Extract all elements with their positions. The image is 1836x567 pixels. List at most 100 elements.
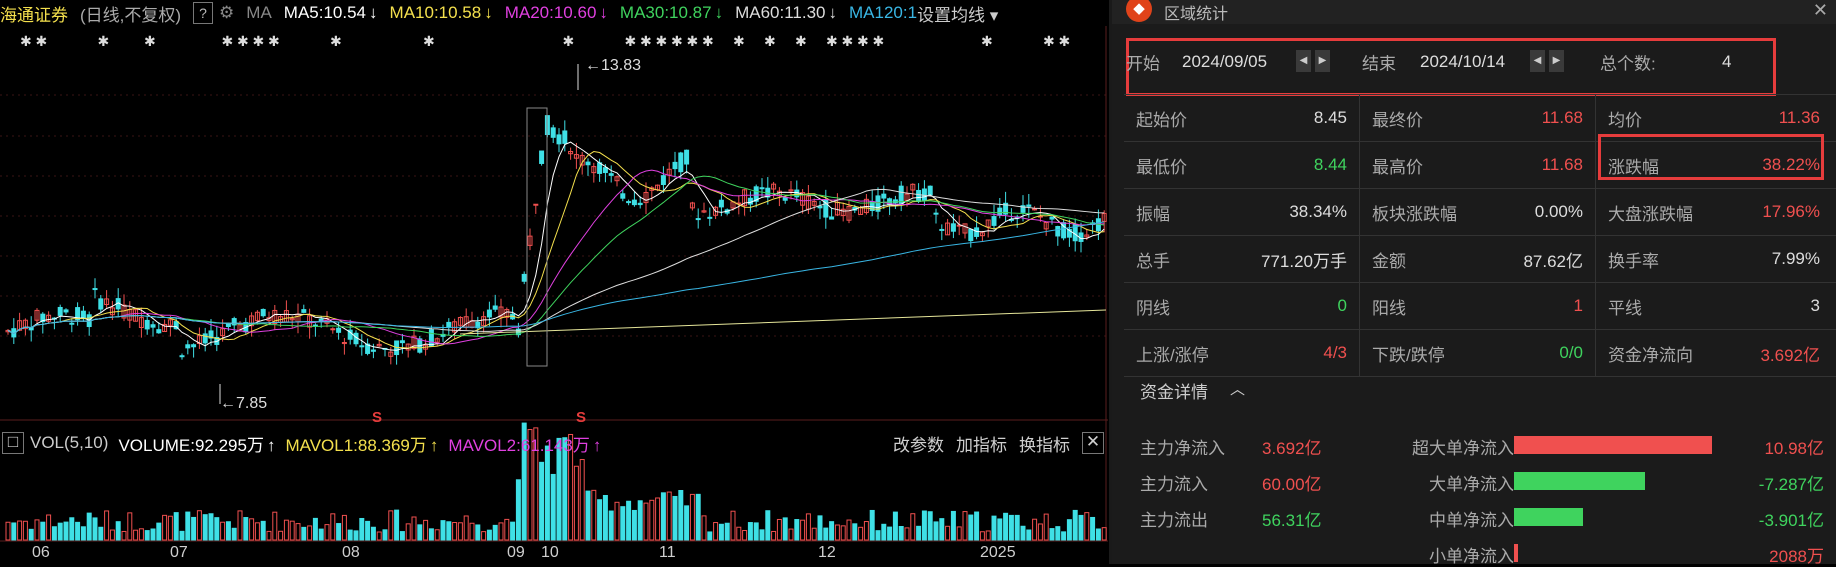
swap-indicator-button[interactable]: 换指标 bbox=[1019, 431, 1070, 456]
volume-bar bbox=[417, 524, 423, 541]
event-star-icon: ✱ bbox=[702, 34, 714, 50]
volume-bar bbox=[138, 528, 144, 541]
candle-body bbox=[1049, 216, 1055, 220]
volume-bar bbox=[742, 529, 748, 541]
volume-bar bbox=[394, 509, 400, 541]
fund-detail-title: 资金详情 bbox=[1140, 383, 1208, 402]
volume-bar bbox=[991, 515, 997, 541]
stat-cell: 板块涨跌幅 0.00% bbox=[1360, 189, 1596, 235]
candle-body bbox=[92, 288, 98, 291]
candle-body bbox=[156, 329, 162, 334]
stat-cell: 大盘涨跌幅 17.96% bbox=[1596, 189, 1832, 235]
candle-body bbox=[446, 321, 452, 328]
volume-bar bbox=[707, 531, 713, 541]
candle-body bbox=[359, 345, 365, 348]
gear-icon[interactable]: ⚙ bbox=[219, 3, 234, 23]
candle-body bbox=[144, 319, 150, 330]
ma10-value: MA10:10.58 ↓ bbox=[389, 3, 493, 22]
volume-bar bbox=[631, 509, 637, 541]
candle-body bbox=[718, 199, 724, 208]
stat-label: 金额 bbox=[1372, 251, 1406, 271]
event-star-icon: ✱ bbox=[423, 34, 435, 50]
stats-row: 上涨/涨停 4/3 下跌/跌停 0/0 资金净流向 3.692亿 bbox=[1124, 330, 1836, 377]
close-indicator-button[interactable]: ✕ bbox=[1082, 432, 1104, 454]
xaxis-tick: 06 bbox=[32, 544, 50, 561]
candle-body bbox=[991, 216, 997, 226]
candle-body bbox=[597, 162, 603, 174]
end-date[interactable]: 2024/10/14 bbox=[1420, 52, 1505, 72]
high-marker: ←13.83 bbox=[585, 57, 641, 74]
volume-bar bbox=[730, 510, 736, 541]
collapse-caret-icon[interactable]: ︿ bbox=[1230, 378, 1245, 399]
volume-bar bbox=[597, 499, 603, 541]
candle-body bbox=[301, 309, 307, 313]
flow-bar bbox=[1514, 472, 1645, 490]
volume-bar bbox=[423, 519, 429, 541]
volume-bar bbox=[249, 518, 255, 541]
add-indicator-button[interactable]: 加指标 bbox=[956, 431, 1007, 456]
stat-value: 87.62亿 bbox=[1523, 251, 1583, 271]
event-star-icon: ✱ bbox=[795, 34, 807, 50]
ma-settings-link[interactable]: 设置均线 ▾ bbox=[917, 1, 998, 26]
end-prev-icon[interactable]: ◀ bbox=[1530, 50, 1545, 72]
candle-body bbox=[829, 216, 835, 220]
start-date[interactable]: 2024/09/05 bbox=[1182, 52, 1267, 72]
volume-bar bbox=[347, 529, 353, 541]
volume-bar bbox=[214, 517, 220, 541]
volume-bar bbox=[266, 530, 272, 541]
volume-bar bbox=[672, 495, 678, 541]
candle-body bbox=[1055, 226, 1061, 237]
event-star-icon: ✱ bbox=[1059, 34, 1071, 50]
volume-bar bbox=[405, 523, 411, 541]
volume-bar bbox=[469, 522, 475, 541]
event-star-icon: ✱ bbox=[981, 34, 993, 50]
volume-bar bbox=[109, 529, 115, 541]
volume-bar bbox=[550, 473, 556, 541]
close-icon[interactable]: ✕ bbox=[1813, 0, 1828, 21]
volume-bar bbox=[1043, 513, 1049, 541]
start-next-icon[interactable]: ▶ bbox=[1315, 50, 1330, 72]
volume-bar bbox=[1014, 514, 1020, 541]
adjust-params-button[interactable]: 改参数 bbox=[893, 431, 944, 456]
candle-body bbox=[185, 344, 191, 349]
volume-bar bbox=[196, 510, 202, 541]
volume-bar bbox=[40, 521, 46, 541]
volume-bar bbox=[718, 523, 724, 541]
end-next-icon[interactable]: ▶ bbox=[1549, 50, 1564, 72]
volume-bar bbox=[1037, 523, 1043, 541]
kline-chart[interactable]: ✱ ✱ ✱ ✱ ✱ ✱ ✱ ✱ ✱ ✱ ✱ ✱ ✱ ✱ ✱ ✱ ✱ ✱ ✱ ✱ ✱ ✱ ✱ ✱ ✱ ✱ ✱ ←13.83 ←7.85 S S… bbox=[0, 0, 1108, 564]
event-star-icon: ✱ bbox=[268, 34, 280, 50]
volume-bar bbox=[104, 510, 110, 541]
candle-body bbox=[678, 152, 684, 173]
stat-value: 0/0 bbox=[1559, 343, 1583, 362]
candle-body bbox=[370, 349, 376, 352]
candle-body bbox=[927, 185, 933, 196]
volume-bar bbox=[162, 514, 168, 541]
help-button[interactable]: ? bbox=[193, 2, 214, 24]
volume-bar bbox=[1049, 528, 1055, 541]
volume-value: VOLUME:92.295万 ↑ bbox=[118, 435, 276, 455]
stat-value: 1 bbox=[1573, 296, 1583, 315]
chart-mode: (日线,不复权) bbox=[80, 5, 182, 25]
stock-name: 海通证券 bbox=[0, 5, 68, 25]
volume-bar bbox=[579, 459, 585, 541]
stat-cell: 资金净流向 3.692亿 bbox=[1596, 330, 1832, 376]
stat-value: 3 bbox=[1810, 296, 1820, 315]
ma60-value: MA60:11.30 ↓ bbox=[735, 3, 838, 22]
candle-body bbox=[486, 309, 492, 318]
ma5-value: MA5:10.54 ↓ bbox=[283, 3, 378, 22]
xaxis-tick: 08 bbox=[342, 544, 360, 561]
volume-bar bbox=[492, 524, 498, 541]
volume-bar bbox=[985, 530, 991, 541]
start-prev-icon[interactable]: ◀ bbox=[1296, 50, 1311, 72]
volume-bar bbox=[359, 517, 365, 541]
kline-canvas[interactable]: ✱ ✱ ✱ ✱ ✱ ✱ ✱ ✱ ✱ ✱ ✱ ✱ ✱ ✱ ✱ ✱ ✱ ✱ ✱ ✱ ✱ ✱ ✱ ✱ ✱ ✱ ✱←13.83←7.85S S bbox=[0, 0, 1108, 564]
volume-bar bbox=[852, 523, 858, 541]
candle-body bbox=[672, 161, 678, 170]
volume-bar bbox=[643, 502, 649, 541]
signal-s-marker: S bbox=[576, 409, 586, 426]
stat-value: 4/3 bbox=[1323, 343, 1347, 362]
volume-menu-icon[interactable]: □ bbox=[2, 432, 24, 454]
event-star-icon: ✱ bbox=[857, 34, 869, 50]
volume-bar bbox=[46, 514, 52, 541]
